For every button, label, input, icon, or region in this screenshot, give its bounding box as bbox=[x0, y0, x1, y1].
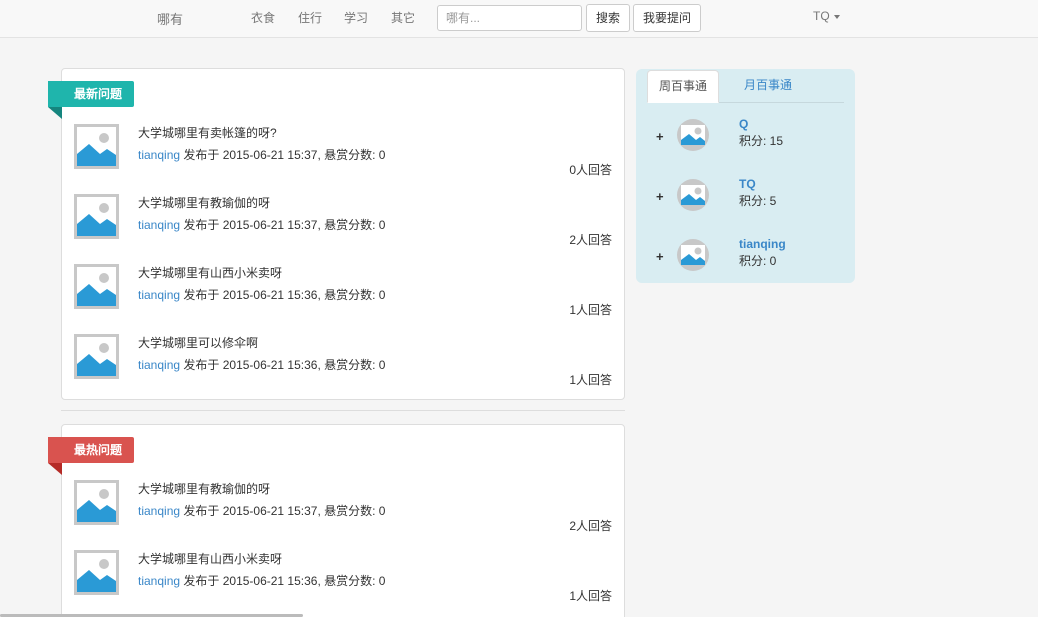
leaderboard-user-link[interactable]: TQ bbox=[739, 177, 756, 191]
leaderboard-user-link[interactable]: Q bbox=[739, 117, 748, 131]
question-item: 大学城哪里有教瑜伽的呀 tianqing 发布于 2015-06-21 15:37… bbox=[62, 194, 624, 264]
question-title-link[interactable]: 大学城哪里有山西小米卖呀 bbox=[138, 550, 282, 567]
answer-count: 1人回答 bbox=[569, 589, 612, 603]
leaderboard-score: 积分: 0 bbox=[739, 254, 777, 268]
question-item: 大学城哪里有卖帐篷的呀? tianqing 发布于 2015-06-21 15:3… bbox=[62, 124, 624, 194]
question-meta: tianqing 发布于 2015-06-21 15:36, 悬赏分数: 0 bbox=[138, 572, 385, 589]
question-date-reward: 发布于 2015-06-21 15:37, 悬赏分数: 0 bbox=[180, 148, 386, 162]
latest-questions-panel: 最新问题 大学城哪里有卖帐篷的呀? tianqing 发布于 2015-06-21… bbox=[48, 68, 625, 400]
hot-questions-ribbon: 最热问题 bbox=[48, 437, 135, 475]
question-thumbnail-icon[interactable] bbox=[74, 194, 119, 239]
question-author-link[interactable]: tianqing bbox=[138, 358, 180, 372]
answer-count: 2人回答 bbox=[569, 233, 612, 247]
question-item: 大学城哪里有教瑜伽的呀 tianqing 发布于 2015-06-21 15:37… bbox=[62, 480, 624, 550]
leaderboard-panel: 周百事通 月百事通 + Q 积分: 15 + TQ 积分: 5 + tianqing 积分: 0 bbox=[636, 69, 855, 283]
answer-count: 1人回答 bbox=[569, 303, 612, 317]
caret-down-icon bbox=[833, 14, 840, 19]
question-meta: tianqing 发布于 2015-06-21 15:37, 悬赏分数: 0 bbox=[138, 146, 385, 163]
leaderboard-user-link[interactable]: tianqing bbox=[739, 237, 786, 251]
leaderboard-tabs: 周百事通 月百事通 bbox=[647, 70, 844, 103]
ask-question-button[interactable]: 我要提问 bbox=[633, 4, 702, 32]
search-button[interactable]: 搜索 bbox=[586, 4, 631, 32]
question-thumbnail-icon[interactable] bbox=[74, 550, 119, 595]
question-meta: tianqing 发布于 2015-06-21 15:37, 悬赏分数: 0 bbox=[138, 502, 385, 519]
question-date-reward: 发布于 2015-06-21 15:36, 悬赏分数: 0 bbox=[180, 288, 386, 302]
question-date-reward: 发布于 2015-06-21 15:37, 悬赏分数: 0 bbox=[180, 504, 386, 518]
question-author-link[interactable]: tianqing bbox=[138, 218, 180, 232]
question-author-link[interactable]: tianqing bbox=[138, 574, 180, 588]
follow-plus-icon[interactable]: + bbox=[656, 249, 664, 264]
question-date-reward: 发布于 2015-06-21 15:37, 悬赏分数: 0 bbox=[180, 218, 386, 232]
question-thumbnail-icon[interactable] bbox=[74, 334, 119, 379]
question-title-link[interactable]: 大学城哪里有教瑜伽的呀 bbox=[138, 194, 270, 211]
avatar-placeholder-icon[interactable] bbox=[677, 179, 709, 211]
question-title-link[interactable]: 大学城哪里可以修伞啊 bbox=[138, 334, 258, 351]
question-author-link[interactable]: tianqing bbox=[138, 148, 180, 162]
question-thumbnail-icon[interactable] bbox=[74, 124, 119, 169]
question-meta: tianqing 发布于 2015-06-21 15:36, 悬赏分数: 0 bbox=[138, 286, 385, 303]
avatar-placeholder-icon[interactable] bbox=[677, 239, 709, 271]
question-meta: tianqing 发布于 2015-06-21 15:37, 悬赏分数: 0 bbox=[138, 216, 385, 233]
answer-count: 2人回答 bbox=[569, 519, 612, 533]
question-date-reward: 发布于 2015-06-21 15:36, 悬赏分数: 0 bbox=[180, 358, 386, 372]
brand-logo-link[interactable]: 哪有 bbox=[157, 9, 183, 28]
answer-count: 1人回答 bbox=[569, 373, 612, 387]
question-author-link[interactable]: tianqing bbox=[138, 288, 180, 302]
follow-plus-icon[interactable]: + bbox=[656, 189, 664, 204]
nav-link-study[interactable]: 学习 bbox=[344, 9, 368, 26]
question-title-link[interactable]: 大学城哪里有山西小米卖呀 bbox=[138, 264, 282, 281]
leaderboard-row: + TQ 积分: 5 bbox=[636, 177, 855, 217]
question-thumbnail-icon[interactable] bbox=[74, 480, 119, 525]
question-title-link[interactable]: 大学城哪里有卖帐篷的呀? bbox=[138, 124, 277, 141]
question-item: 大学城哪里有山西小米卖呀 tianqing 发布于 2015-06-21 15:3… bbox=[62, 550, 624, 617]
leaderboard-row: + tianqing 积分: 0 bbox=[636, 237, 855, 277]
question-item: 大学城哪里有山西小米卖呀 tianqing 发布于 2015-06-21 15:3… bbox=[62, 264, 624, 334]
search-input[interactable] bbox=[437, 5, 582, 31]
avatar-placeholder-icon[interactable] bbox=[677, 119, 709, 151]
answer-count: 0人回答 bbox=[569, 163, 612, 177]
question-thumbnail-icon[interactable] bbox=[74, 264, 119, 309]
leaderboard-row: + Q 积分: 15 bbox=[636, 117, 855, 157]
nav-link-food-clothing[interactable]: 衣食 bbox=[251, 9, 275, 26]
question-date-reward: 发布于 2015-06-21 15:36, 悬赏分数: 0 bbox=[180, 574, 386, 588]
question-item: 大学城哪里可以修伞啊 tianqing 发布于 2015-06-21 15:36,… bbox=[62, 334, 624, 404]
latest-questions-ribbon: 最新问题 bbox=[48, 81, 135, 119]
tab-monthly[interactable]: 月百事通 bbox=[733, 70, 803, 103]
nav-link-other[interactable]: 其它 bbox=[391, 9, 415, 26]
question-meta: tianqing 发布于 2015-06-21 15:36, 悬赏分数: 0 bbox=[138, 356, 385, 373]
top-navbar: 哪有 衣食 住行 学习 其它 搜索 我要提问 TQ bbox=[0, 0, 1038, 38]
tab-weekly[interactable]: 周百事通 bbox=[647, 70, 720, 103]
section-divider bbox=[61, 410, 625, 411]
question-title-link[interactable]: 大学城哪里有教瑜伽的呀 bbox=[138, 480, 270, 497]
hot-questions-panel: 最热问题 大学城哪里有教瑜伽的呀 tianqing 发布于 2015-06-21 … bbox=[48, 424, 625, 617]
user-dropdown[interactable]: TQ bbox=[813, 9, 840, 23]
follow-plus-icon[interactable]: + bbox=[656, 129, 664, 144]
question-author-link[interactable]: tianqing bbox=[138, 504, 180, 518]
leaderboard-score: 积分: 15 bbox=[739, 134, 784, 148]
leaderboard-score: 积分: 5 bbox=[739, 194, 777, 208]
nav-link-housing-transport[interactable]: 住行 bbox=[298, 9, 322, 26]
user-name: TQ bbox=[813, 9, 830, 23]
